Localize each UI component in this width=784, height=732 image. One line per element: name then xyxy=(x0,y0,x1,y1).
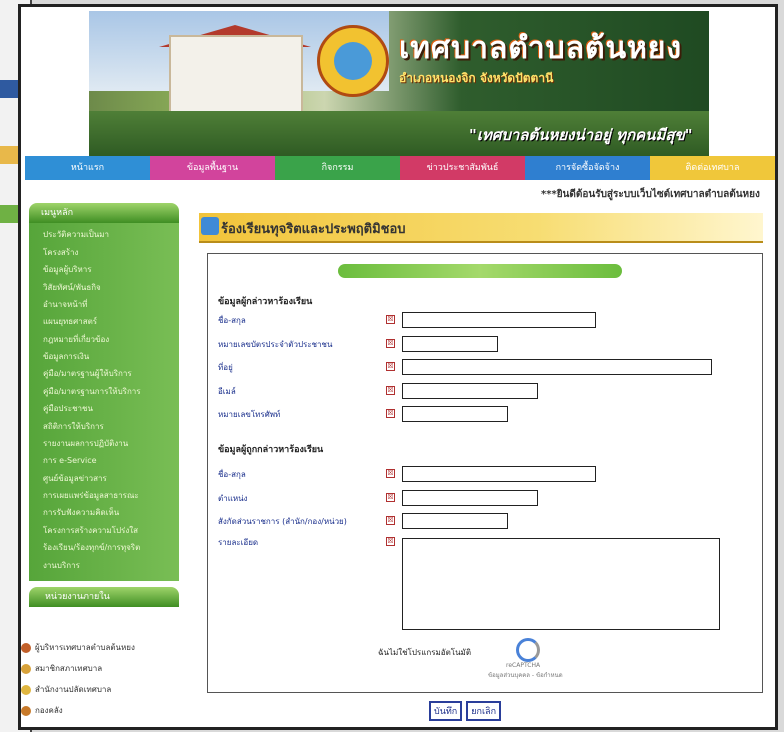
section-complainant: ข้อมูลผู้กล่าวหาร้องเรียน xyxy=(218,297,313,307)
agency-link[interactable]: สมาชิกสภาเทศบาล xyxy=(21,658,181,679)
field-label: ชื่อ-สกุล xyxy=(218,316,246,325)
field-label: หมายเลขโทรศัพท์ xyxy=(218,410,281,419)
field-label: หมายเลขบัตรประจำตัวประชาชน xyxy=(218,339,333,349)
agency-link[interactable]: กองคลัง xyxy=(21,700,181,721)
complaint-icon xyxy=(201,217,219,235)
text-input[interactable] xyxy=(402,466,596,482)
field-label: ชื่อ-สกุล xyxy=(218,470,246,479)
detail-textarea[interactable] xyxy=(402,538,720,630)
save-button[interactable]: บันทึก xyxy=(429,701,463,721)
person-icon xyxy=(21,684,31,695)
text-input[interactable] xyxy=(402,312,596,328)
page-title-bar: ร้องเรียนทุจริตและประพฤติมิชอบ xyxy=(199,213,763,243)
sidebar-item[interactable]: โครงสร้าง xyxy=(29,244,179,261)
nav-tab-contact[interactable]: ติดต่อเทศบาล xyxy=(650,156,775,180)
sidebar-item[interactable]: วิสัยทัศน์/พันธกิจ xyxy=(29,279,179,296)
sidebar-menu: ประวัติความเป็นมา โครงสร้าง ข้อมูลผู้บริหา… xyxy=(29,223,179,581)
main-nav: หน้าแรก ข้อมูลพื้นฐาน กิจกรรม ข่าวประชาส… xyxy=(25,156,775,180)
agency-links: ผู้บริหารเทศบาลตำบลต้นหยงสมาชิกสภาเทศบาล… xyxy=(21,637,181,721)
sidebar-item[interactable]: ร้องเรียน/ร้องทุกข์/การทุจริต xyxy=(29,540,179,557)
captcha-brand: reCAPTCHA xyxy=(506,662,541,669)
section-accused: ข้อมูลผู้ถูกกล่าวหาร้องเรียน xyxy=(218,445,324,455)
sidebar-item[interactable]: งานบริการ xyxy=(29,557,179,574)
required-icon: ☒ xyxy=(386,362,395,371)
required-icon: ☒ xyxy=(386,315,395,324)
required-icon: ☒ xyxy=(386,537,395,546)
cancel-button[interactable]: ยกเลิก xyxy=(466,701,502,721)
nav-tab-news[interactable]: ข่าวประชาสัมพันธ์ xyxy=(400,156,525,180)
text-input[interactable] xyxy=(402,359,712,375)
sidebar-item[interactable]: คู่มือ/มาตรฐานผู้ให้บริการ xyxy=(29,366,179,383)
banner-building xyxy=(169,35,303,117)
sidebar-heading-agencies: หน่วยงานภายใน xyxy=(29,587,179,607)
captcha-terms[interactable]: ข้อมูลส่วนบุคคล - ข้อกำหนด xyxy=(488,670,563,680)
sidebar-item[interactable]: การเผยแพร่ข้อมูลสาธารณะ xyxy=(29,488,179,505)
required-icon: ☒ xyxy=(386,516,395,525)
nav-tab-procurement[interactable]: การจัดซื้อจัดจ้าง xyxy=(525,156,650,180)
site-banner: เทศบาลตำบลต้นหยง อำเภอหนองจิก จังหวัดปัต… xyxy=(89,11,709,157)
agency-link-label: กองคลัง xyxy=(35,706,63,715)
text-input[interactable] xyxy=(402,382,538,399)
sidebar-item[interactable]: ศูนย์ข้อมูลข่าวสาร xyxy=(29,470,179,487)
welcome-marquee: ***ยินดีต้อนรับสู่ระบบเว็บไซต์เทศบาลตำบล… xyxy=(541,189,760,200)
sidebar-item[interactable]: การ e-Service xyxy=(29,453,179,470)
form-buttons: บันทึก ยกเลิก xyxy=(429,701,502,721)
agency-link[interactable]: ผู้บริหารเทศบาลตำบลต้นหยง xyxy=(21,637,181,658)
field-label: สังกัดส่วนราชการ (สำนัก/กอง/หน่วย) xyxy=(218,517,347,526)
recaptcha-widget[interactable]: ฉันไม่ใช่โปรแกรมอัตโนมัติ reCAPTCHA ข้อม… xyxy=(378,632,608,680)
text-input[interactable] xyxy=(402,406,508,422)
nav-tab-basic-info[interactable]: ข้อมูลพื้นฐาน xyxy=(150,156,275,180)
sidebar-item[interactable]: แผนยุทธศาสตร์ xyxy=(29,314,179,331)
municipal-seal-logo xyxy=(317,25,389,97)
agency-link-label: ผู้บริหารเทศบาลตำบลต้นหยง xyxy=(35,643,135,652)
site-title: เทศบาลตำบลต้นหยง xyxy=(399,31,683,66)
nav-tab-home[interactable]: หน้าแรก xyxy=(25,156,150,180)
text-input[interactable] xyxy=(402,489,538,506)
form-header-bar xyxy=(338,264,622,278)
field-label: อีเมล์ xyxy=(218,386,236,396)
sidebar-item[interactable]: คู่มือประชาชน xyxy=(29,401,179,418)
sidebar-item[interactable]: ข้อมูลการเงิน xyxy=(29,349,179,366)
sidebar-item[interactable]: สถิติการให้บริการ xyxy=(29,418,179,435)
field-label: ที่อยู่ xyxy=(218,363,233,372)
sidebar-item[interactable]: รายงานผลการปฏิบัติงาน xyxy=(29,436,179,453)
required-icon: ☒ xyxy=(386,338,395,348)
required-icon: ☒ xyxy=(386,492,395,502)
sidebar: เมนูหลัก ประวัติความเป็นมา โครงสร้าง ข้อมู… xyxy=(29,203,179,607)
text-input[interactable] xyxy=(402,513,508,529)
person-icon xyxy=(21,642,31,653)
site-slogan: "เทศบาลต้นหยงน่าอยู่ ทุกคนมีสุข" xyxy=(469,126,693,144)
nav-tab-activities[interactable]: กิจกรรม xyxy=(275,156,400,180)
sidebar-item[interactable]: อำนาจหน้าที่ xyxy=(29,297,179,314)
page-title: ร้องเรียนทุจริตและประพฤติมิชอบ xyxy=(221,222,406,237)
complaint-form: ข้อมูลผู้กล่าวหาร้องเรียน ข้อมูลผู้ถูกกล… xyxy=(207,253,763,693)
sidebar-item[interactable]: การรับฟังความคิดเห็น xyxy=(29,505,179,522)
text-input[interactable] xyxy=(402,335,498,352)
sidebar-item[interactable]: กฎหมายที่เกี่ยวข้อง xyxy=(29,331,179,348)
agency-link-label: สำนักงานปลัดเทศบาล xyxy=(35,685,112,694)
sidebar-item[interactable]: คู่มือ/มาตรฐานการให้บริการ xyxy=(29,383,179,400)
field-label: ตำแหน่ง xyxy=(218,493,248,503)
captcha-label: ฉันไม่ใช่โปรแกรมอัตโนมัติ xyxy=(378,648,472,657)
recaptcha-icon xyxy=(516,638,540,662)
sidebar-item[interactable]: โครงการสร้างความโปร่งใส xyxy=(29,522,179,539)
browser-page: เทศบาลตำบลต้นหยง อำเภอหนองจิก จังหวัดปัต… xyxy=(18,4,778,730)
required-icon: ☒ xyxy=(386,469,395,478)
agency-link[interactable]: สำนักงานปลัดเทศบาล xyxy=(21,679,181,700)
required-icon: ☒ xyxy=(386,409,395,418)
person-icon xyxy=(21,705,31,716)
agency-link-label: สมาชิกสภาเทศบาล xyxy=(35,664,103,673)
sidebar-item[interactable]: ประวัติความเป็นมา xyxy=(29,227,179,244)
person-icon xyxy=(21,663,31,674)
required-icon: ☒ xyxy=(386,385,395,395)
sidebar-heading: เมนูหลัก xyxy=(29,203,179,223)
site-location: อำเภอหนองจิก จังหวัดปัตตานี xyxy=(399,71,554,85)
sidebar-item[interactable]: ข้อมูลผู้บริหาร xyxy=(29,262,179,279)
detail-label: รายละเอียด xyxy=(218,538,259,547)
